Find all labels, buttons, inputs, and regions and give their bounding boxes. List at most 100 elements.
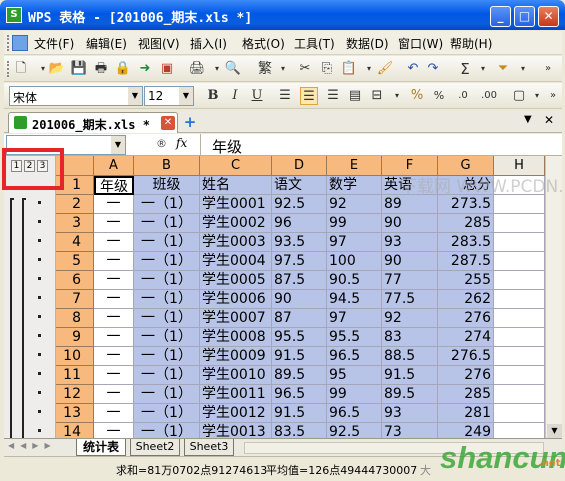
cell-e6[interactable]: 90.5 — [327, 271, 382, 290]
menu-view[interactable]: 视图(V) — [138, 35, 180, 52]
align-right-icon[interactable]: ☰ — [324, 87, 342, 105]
cell-d10[interactable]: 91.5 — [272, 347, 327, 366]
increase-decimal-icon[interactable]: .00 — [480, 87, 498, 105]
cell-e7[interactable]: 94.5 — [327, 290, 382, 309]
row-header[interactable]: 2 — [56, 195, 94, 214]
print-preview-icon[interactable]: 🖶 — [92, 60, 110, 78]
cell-e5[interactable]: 100 — [327, 252, 382, 271]
cell-a10[interactable]: 一 — [94, 347, 134, 366]
cell-a13[interactable]: 一 — [94, 404, 134, 423]
align-center-icon[interactable]: ☰ — [300, 87, 318, 105]
cell-d11[interactable]: 89.5 — [272, 366, 327, 385]
justify-icon[interactable]: ▤ — [346, 87, 364, 105]
decrease-decimal-icon[interactable]: .0 — [454, 87, 472, 105]
menu-window[interactable]: 窗口(W) — [398, 35, 443, 52]
cell-e13[interactable]: 96.5 — [327, 404, 382, 423]
cell-e1[interactable]: 数学 — [327, 176, 382, 195]
cell-c13[interactable]: 学生0012 — [200, 404, 272, 423]
cell-g3[interactable]: 285 — [438, 214, 494, 233]
row-header[interactable]: 12 — [56, 385, 94, 404]
cell-c2[interactable]: 学生0001 — [200, 195, 272, 214]
cell-f4[interactable]: 93 — [382, 233, 438, 252]
column-header-e[interactable]: E — [327, 156, 382, 176]
cell-d7[interactable]: 90 — [272, 290, 327, 309]
print-preview-magnifier-icon[interactable]: 🔍 — [224, 60, 242, 78]
traditional-chinese-icon[interactable]: 繁 — [256, 60, 274, 78]
cell-b9[interactable]: 一（1） — [134, 328, 200, 347]
cell-a1[interactable]: 年级 — [94, 176, 134, 195]
column-header-d[interactable]: D — [272, 156, 327, 176]
cell-d5[interactable]: 97.5 — [272, 252, 327, 271]
row-header[interactable]: 6 — [56, 271, 94, 290]
cell-h9[interactable] — [494, 328, 545, 347]
redo-icon[interactable]: ↷ — [424, 60, 442, 78]
row-header[interactable]: 14 — [56, 423, 94, 438]
print-icon[interactable]: 🖨 — [188, 60, 206, 78]
cell-f7[interactable]: 77.5 — [382, 290, 438, 309]
cell-d1[interactable]: 语文 — [272, 176, 327, 195]
cell-c14[interactable]: 学生0013 — [200, 423, 272, 438]
cell-a2[interactable]: 一 — [94, 195, 134, 214]
cell-a4[interactable]: 一 — [94, 233, 134, 252]
chevron-down-icon[interactable]: ▼ — [128, 87, 142, 105]
autosum-icon[interactable]: Σ — [456, 60, 474, 78]
cell-g13[interactable]: 281 — [438, 404, 494, 423]
open-folder-icon[interactable]: 📂 — [48, 60, 66, 78]
chevron-down-icon[interactable]: ▼ — [179, 87, 193, 105]
cell-b8[interactable]: 一（1） — [134, 309, 200, 328]
cell-e9[interactable]: 95.5 — [327, 328, 382, 347]
cell-g12[interactable]: 285 — [438, 385, 494, 404]
sheet-nav-arrows-icon[interactable]: ◀◀▶▶ — [8, 441, 57, 450]
sheet-tab-tongjibiao[interactable]: 统计表 — [76, 439, 126, 456]
cell-g2[interactable]: 273.5 — [438, 195, 494, 214]
cell-c5[interactable]: 学生0004 — [200, 252, 272, 271]
cell-e2[interactable]: 92 — [327, 195, 382, 214]
dropdown-arrow-icon[interactable]: ▾ — [514, 60, 532, 78]
cell-f5[interactable]: 90 — [382, 252, 438, 271]
cell-h10[interactable] — [494, 347, 545, 366]
cell-b11[interactable]: 一（1） — [134, 366, 200, 385]
cell-h7[interactable] — [494, 290, 545, 309]
cell-a5[interactable]: 一 — [94, 252, 134, 271]
cell-c7[interactable]: 学生0006 — [200, 290, 272, 309]
cell-b3[interactable]: 一（1） — [134, 214, 200, 233]
new-tab-icon[interactable]: + — [182, 114, 198, 130]
cell-c10[interactable]: 学生0009 — [200, 347, 272, 366]
cell-b6[interactable]: 一（1） — [134, 271, 200, 290]
format-painter-icon[interactable]: 🖌 — [376, 60, 394, 78]
cell-h12[interactable] — [494, 385, 545, 404]
cell-c3[interactable]: 学生0002 — [200, 214, 272, 233]
cell-e8[interactable]: 97 — [327, 309, 382, 328]
cell-d14[interactable]: 83.5 — [272, 423, 327, 438]
cell-g8[interactable]: 276 — [438, 309, 494, 328]
font-name-select[interactable]: 宋体 ▼ — [9, 86, 143, 106]
cell-a3[interactable]: 一 — [94, 214, 134, 233]
cell-d8[interactable]: 87 — [272, 309, 327, 328]
cell-f13[interactable]: 93 — [382, 404, 438, 423]
paste-icon[interactable]: 📋 — [340, 60, 358, 78]
scroll-down-arrow-icon[interactable]: ▼ — [547, 424, 562, 438]
tab-scroll-down-icon[interactable]: ▼ — [524, 114, 532, 125]
toolbar-overflow-icon[interactable]: » — [539, 60, 557, 78]
cell-h4[interactable] — [494, 233, 545, 252]
cell-a11[interactable]: 一 — [94, 366, 134, 385]
cell-b13[interactable]: 一（1） — [134, 404, 200, 423]
row-header[interactable]: 13 — [56, 404, 94, 423]
cell-h2[interactable] — [494, 195, 545, 214]
cell-e11[interactable]: 95 — [327, 366, 382, 385]
row-header[interactable]: 10 — [56, 347, 94, 366]
column-header-c[interactable]: C — [200, 156, 272, 176]
bold-button[interactable]: B — [204, 87, 222, 105]
cell-d9[interactable]: 95.5 — [272, 328, 327, 347]
cell-g9[interactable]: 274 — [438, 328, 494, 347]
undo-icon[interactable]: ↶ — [404, 60, 422, 78]
cell-b14[interactable]: 一（1） — [134, 423, 200, 438]
close-document-icon[interactable]: ✕ — [544, 113, 554, 127]
permissions-icon[interactable]: 🔒 — [114, 60, 132, 78]
menu-format[interactable]: 格式(O) — [242, 35, 285, 52]
cell-g14[interactable]: 249 — [438, 423, 494, 438]
cell-h14[interactable] — [494, 423, 545, 438]
cell-b5[interactable]: 一（1） — [134, 252, 200, 271]
cell-a12[interactable]: 一 — [94, 385, 134, 404]
row-header[interactable]: 7 — [56, 290, 94, 309]
